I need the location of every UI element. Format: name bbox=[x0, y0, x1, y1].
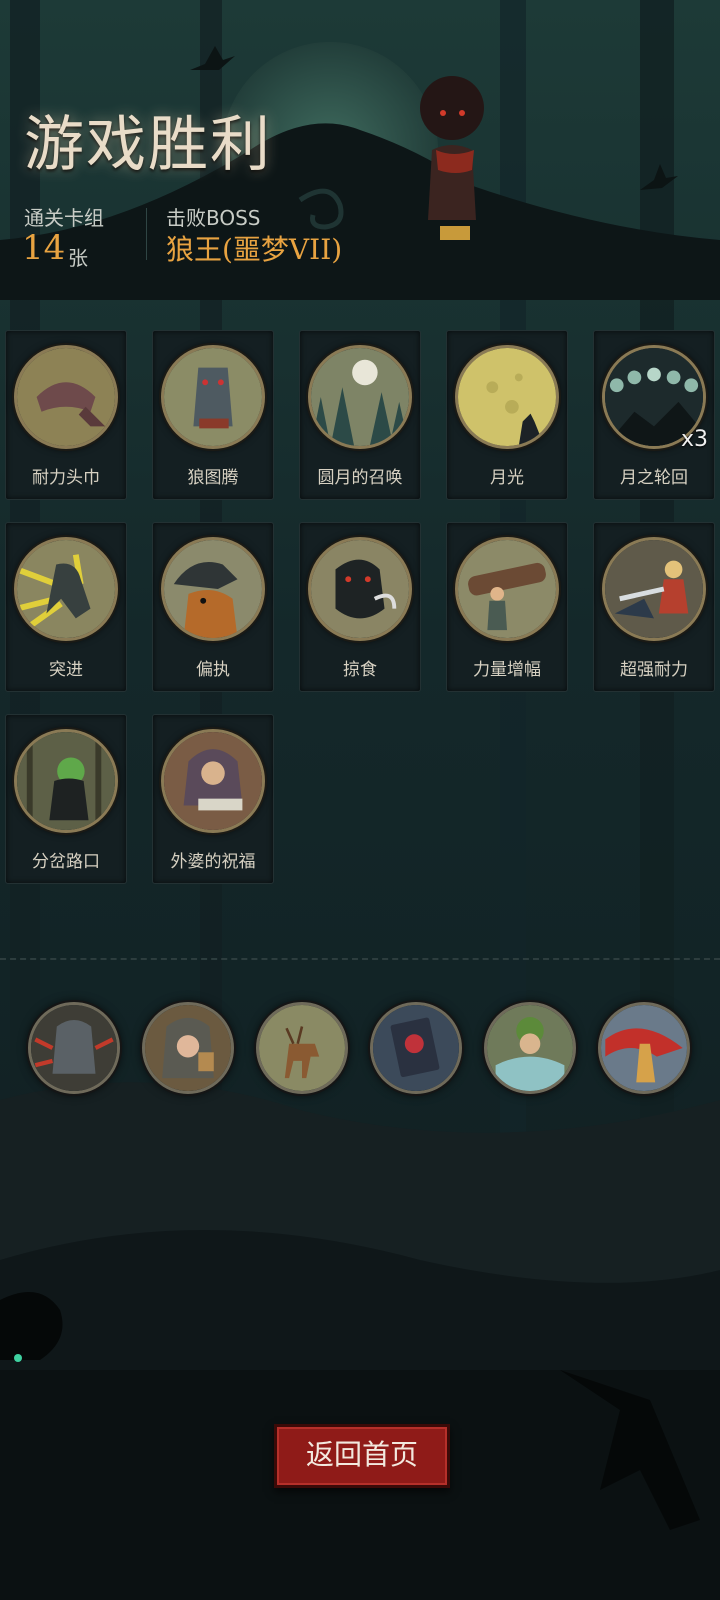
wolf-bear-icon bbox=[161, 537, 265, 641]
page-title: 游戏胜利 bbox=[24, 110, 272, 180]
boss-label: 击败BOSS bbox=[166, 206, 261, 230]
red-book-relic-icon[interactable] bbox=[370, 1002, 462, 1094]
predator-icon bbox=[308, 537, 412, 641]
grandma-icon bbox=[161, 729, 265, 833]
hooded-merchant-relic-icon[interactable] bbox=[142, 1002, 234, 1094]
stat-divider bbox=[146, 208, 147, 260]
deck-unit: 张 bbox=[68, 246, 88, 270]
card-grandma-blessing[interactable]: 外婆的祝福 bbox=[152, 714, 274, 884]
card-count-badge: x3 bbox=[680, 427, 708, 452]
dash-wolf-icon bbox=[14, 537, 118, 641]
card-power-boost[interactable]: 力量增幅 bbox=[446, 522, 568, 692]
card-moon-cycle[interactable]: x3 月之轮回 bbox=[593, 330, 715, 500]
deck-count: 14 bbox=[22, 228, 66, 268]
card-crossroad[interactable]: 分岔路口 bbox=[5, 714, 127, 884]
card-wolf-totem[interactable]: 狼图腾 bbox=[152, 330, 274, 500]
hero-fight-icon bbox=[602, 537, 706, 641]
crossroad-icon bbox=[14, 729, 118, 833]
card-stamina-bandana[interactable]: 耐力头巾 bbox=[5, 330, 127, 500]
deck-label: 通关卡组 bbox=[24, 206, 104, 230]
deer-relic-icon[interactable] bbox=[256, 1002, 348, 1094]
boss-name: 狼王(噩梦VII) bbox=[166, 233, 343, 266]
card-moonlight[interactable]: 月光 bbox=[446, 330, 568, 500]
card-full-moon-call[interactable]: 圆月的召唤 bbox=[299, 330, 421, 500]
forest-spirit-relic-icon[interactable] bbox=[484, 1002, 576, 1094]
bandana-icon bbox=[14, 345, 118, 449]
werewolf-relic-icon[interactable] bbox=[28, 1002, 120, 1094]
card-predation[interactable]: 掠食 bbox=[299, 522, 421, 692]
return-home-button[interactable]: 返回首页 bbox=[274, 1424, 450, 1488]
card-paranoia[interactable]: 偏执 bbox=[152, 522, 274, 692]
card-super-stamina[interactable]: 超强耐力 bbox=[593, 522, 715, 692]
card-dash[interactable]: 突进 bbox=[5, 522, 127, 692]
log-lift-icon bbox=[455, 537, 559, 641]
moonlight-icon bbox=[455, 345, 559, 449]
section-divider bbox=[0, 958, 720, 960]
red-cape-hero-relic-icon[interactable] bbox=[598, 1002, 690, 1094]
wolf-totem-icon bbox=[161, 345, 265, 449]
full-moon-forest-icon bbox=[308, 345, 412, 449]
